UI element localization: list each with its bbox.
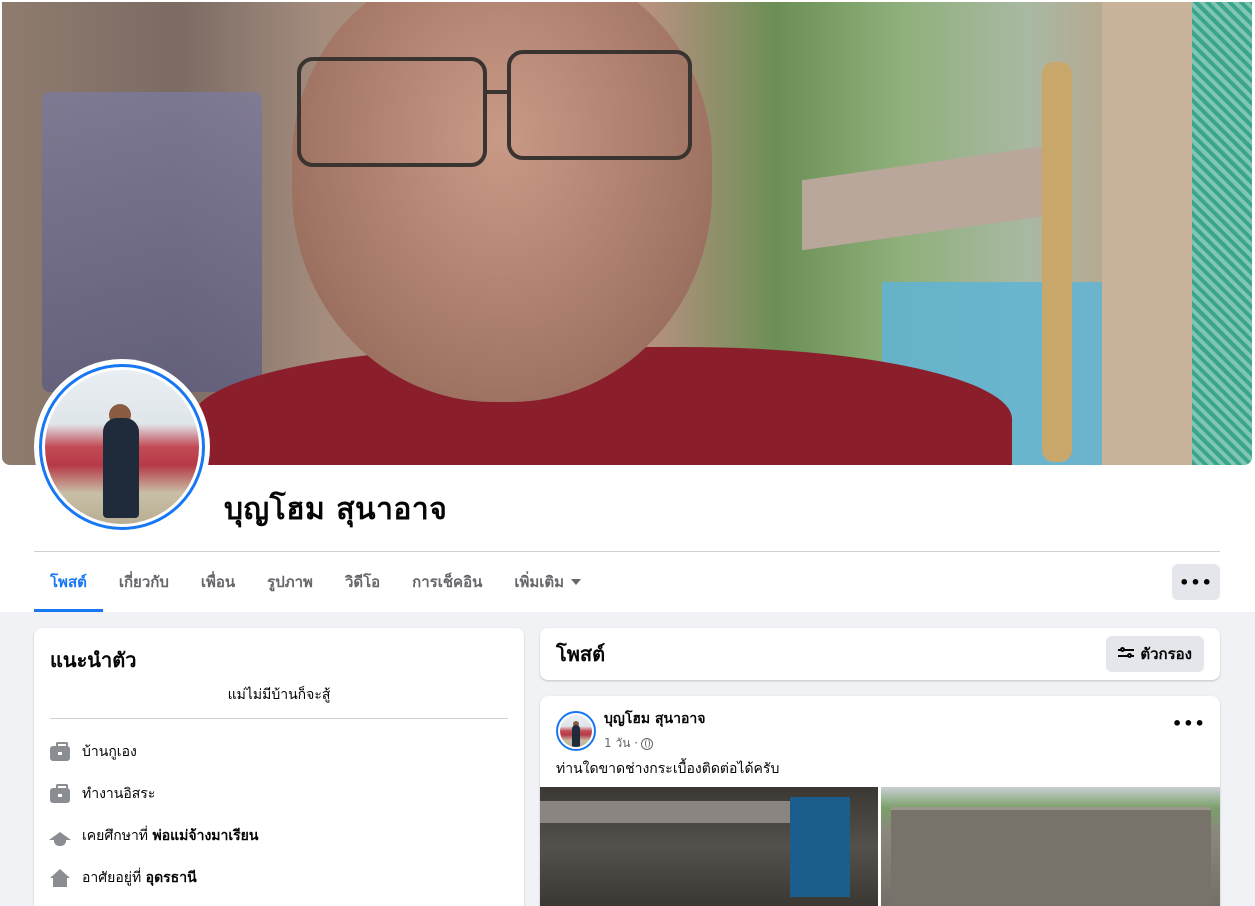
tab-about[interactable]: เกี่ยวกับ [103, 552, 185, 612]
intro-item-text: ทำงานอิสระ [82, 786, 156, 802]
tab-label: วิดีโอ [344, 573, 381, 591]
briefcase-icon [50, 784, 70, 804]
tab-more[interactable]: เพิ่มเติม [498, 552, 597, 612]
post-meta: 1 วัน · [604, 734, 705, 753]
filter-icon [1118, 647, 1135, 661]
photo-wall [891, 807, 1211, 906]
tab-label: เกี่ยวกับ [118, 573, 169, 591]
cover-pole [1102, 2, 1192, 465]
posts-header-card: โพสต์ ตัวกรอง [540, 628, 1220, 680]
intro-list: บ้านกูเอง ทำงานอิสระ เคยศึกษาที่ พ่อแม่จ… [49, 731, 508, 899]
tab-label: เพิ่มเติม [514, 573, 565, 591]
intro-item-link[interactable]: พ่อแม่จ้างมาเรียน [153, 825, 259, 847]
tab-label: รูปภาพ [267, 573, 313, 591]
avatar-person-body [103, 418, 139, 518]
intro-item-work-2: ทำงานอิสระ [50, 773, 508, 815]
filter-label: ตัวกรอง [1140, 645, 1192, 663]
cover-glasses-left [297, 57, 487, 167]
tab-label: เพื่อน [200, 573, 236, 591]
briefcase-icon [50, 742, 70, 762]
intro-item-lives-in: อาศัยอยู่ที่ อุดรธานี [50, 857, 508, 899]
photo-blue-object [790, 797, 850, 897]
tab-posts[interactable]: โพสต์ [34, 552, 103, 612]
post-photo-2[interactable] [881, 787, 1220, 906]
post-header: บุญโฮม สุนาอาจ 1 วัน · [556, 708, 705, 753]
intro-item-link[interactable]: อุดรธานี [146, 867, 197, 889]
profile-more-button[interactable]: ••• [1172, 564, 1220, 600]
tab-label: การเช็คอิน [412, 573, 483, 591]
intro-bio: แม่ไม่มีบ้านก็จะสู้ [50, 684, 508, 719]
post-author-avatar[interactable] [556, 710, 596, 751]
post-author-name[interactable]: บุญโฮม สุนาอาจ [604, 708, 705, 730]
post-photo-1[interactable] [540, 787, 878, 906]
cover-glasses-right [507, 50, 692, 160]
cover-bamboo [1042, 62, 1072, 462]
intro-item-education: เคยศึกษาที่ พ่อแม่จ้างมาเรียน [49, 815, 508, 857]
cover-glasses-bridge [484, 90, 510, 94]
cover-clothes [42, 92, 262, 392]
intro-item-text: อาศัยอยู่ที่ [82, 870, 142, 886]
profile-name: บุญโฮม สุนาอาจ [224, 492, 448, 527]
tab-checkins[interactable]: การเช็คอิน [396, 552, 498, 612]
avatar-ring [39, 364, 205, 530]
profile-avatar[interactable] [34, 359, 210, 535]
intro-card: แนะนำตัว แม่ไม่มีบ้านก็จะสู้ บ้านกูเอง ท… [34, 628, 524, 906]
photo-beam [540, 801, 830, 823]
globe-icon [641, 737, 654, 750]
cover-roof [802, 143, 1062, 251]
posts-title: โพสต์ [556, 642, 606, 666]
tab-friends[interactable]: เพื่อน [185, 552, 251, 612]
filter-button[interactable]: ตัวกรอง [1106, 636, 1204, 672]
intro-item-text: เคยศึกษาที่ [82, 828, 149, 844]
cover-net [1192, 2, 1252, 465]
post-card: บุญโฮม สุนาอาจ 1 วัน · ••• ท่านใดขาดช่าง… [540, 696, 1220, 906]
post-menu-button[interactable]: ••• [1172, 714, 1206, 733]
tab-label: โพสต์ [50, 573, 87, 591]
graduation-cap-icon [49, 826, 71, 846]
caret-down-icon [571, 579, 582, 585]
intro-title: แนะนำตัว [50, 648, 137, 672]
intro-item-text: บ้านกูเอง [82, 744, 137, 760]
post-text: ท่านใดขาดช่างกระเบื้องติดต่อได้ครับ [556, 761, 780, 777]
post-time[interactable]: 1 วัน · [604, 734, 638, 753]
profile-header: บุญโฮม สุนาอาจ โพสต์ เกี่ยวกับ เพื่อน รู… [0, 0, 1255, 612]
tab-photos[interactable]: รูปภาพ [251, 552, 329, 612]
avatar-image [45, 370, 199, 524]
avatar-image [560, 714, 592, 747]
tab-videos[interactable]: วิดีโอ [329, 552, 396, 612]
profile-tabs: โพสต์ เกี่ยวกับ เพื่อน รูปภาพ วิดีโอ การ… [34, 552, 597, 612]
intro-item-work-1: บ้านกูเอง [50, 731, 508, 773]
post-author-info: บุญโฮม สุนาอาจ 1 วัน · [604, 708, 705, 753]
avatar-person-body [572, 724, 580, 747]
home-icon [50, 868, 70, 888]
